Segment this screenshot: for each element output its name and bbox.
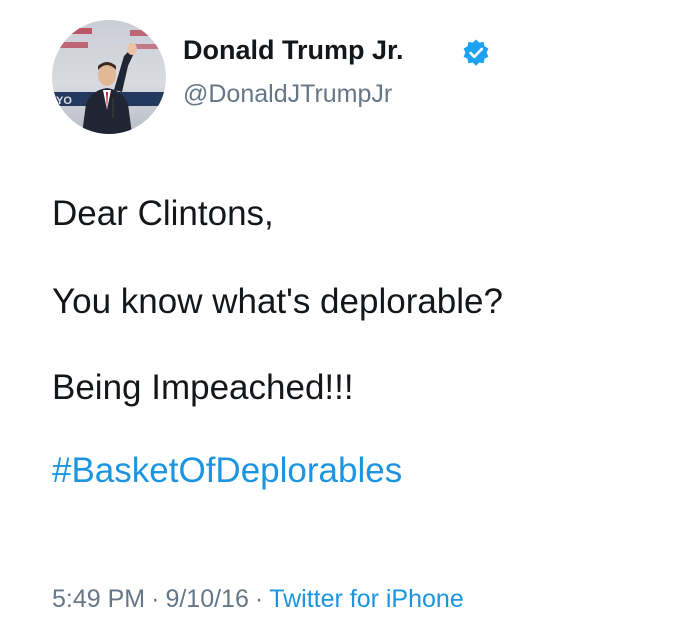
tweet-meta: 5:49 PM · 9/10/16 · Twitter for iPhone bbox=[52, 585, 464, 614]
tweet-source-link[interactable]: Twitter for iPhone bbox=[269, 585, 464, 613]
meta-separator: · bbox=[151, 585, 160, 613]
tweet-time[interactable]: 5:49 PM bbox=[52, 585, 145, 613]
tweet-date[interactable]: 9/10/16 bbox=[165, 585, 248, 613]
meta-separator: · bbox=[254, 585, 264, 613]
verified-badge-icon bbox=[461, 38, 491, 68]
display-name[interactable]: Donald Trump Jr. bbox=[183, 35, 404, 66]
tweet-text-line-2: You know what's deplorable? bbox=[52, 282, 503, 321]
avatar[interactable]: YO bbox=[52, 20, 166, 134]
tweet-text-line-1: Dear Clintons, bbox=[52, 194, 274, 233]
profile-photo-icon: YO bbox=[52, 20, 166, 134]
hashtag-link[interactable]: #BasketOfDeplorables bbox=[52, 451, 402, 491]
tweet-card: YO Donald Trump Jr. @DonaldJTrumpJr Dear… bbox=[0, 0, 673, 642]
user-handle[interactable]: @DonaldJTrumpJr bbox=[183, 80, 392, 109]
svg-text:YO: YO bbox=[56, 95, 72, 107]
tweet-text-line-3: Being Impeached!!! bbox=[52, 368, 354, 407]
